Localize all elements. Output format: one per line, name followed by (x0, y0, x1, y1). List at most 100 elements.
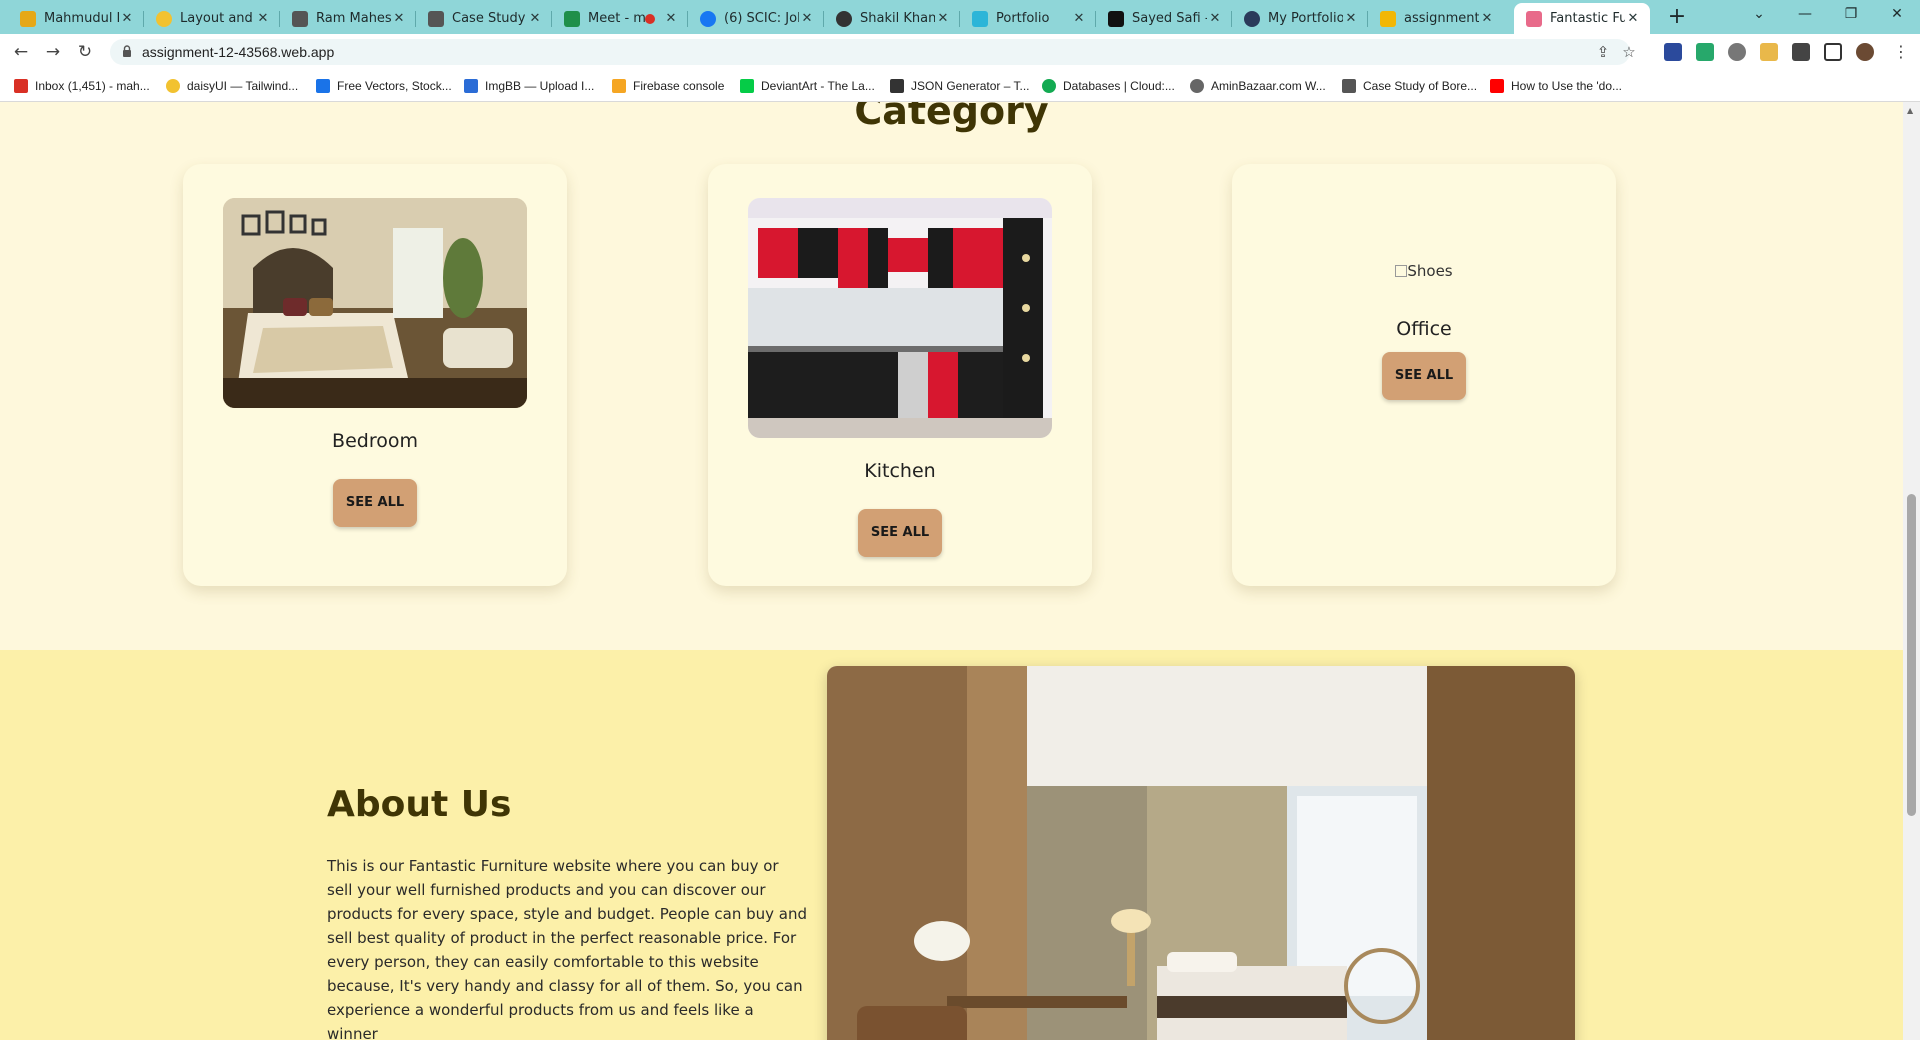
tab-favicon-icon (428, 10, 444, 27)
tab-favicon-icon (836, 10, 852, 27)
bookmark-item[interactable]: Case Study of Bore... (1342, 76, 1477, 96)
tab-favicon-icon (292, 10, 308, 27)
bookmark-item[interactable]: AminBazaar.com W... (1190, 76, 1326, 96)
bookmark-label: ImgBB — Upload I... (485, 79, 595, 93)
tab-10[interactable]: assignment-1 ✕ (1368, 3, 1504, 34)
tab-favicon-icon (1244, 10, 1260, 27)
bookmark-item[interactable]: ImgBB — Upload I... (464, 76, 594, 96)
firebase-icon (612, 79, 626, 93)
url-text: assignment-12-43568.web.app (142, 44, 335, 60)
scrollbar-thumb[interactable] (1907, 494, 1916, 816)
bookmark-label: Firebase console (633, 79, 725, 93)
back-arrow-icon[interactable]: ← (10, 41, 32, 63)
bookmark-label: AminBazaar.com W... (1211, 79, 1326, 93)
tab-search-chevron-icon[interactable]: ⌄ (1736, 0, 1782, 30)
toolbar: ← → ↻ assignment-12-43568.web.app ⇪ ☆ ⋮ (0, 34, 1920, 70)
bookmark-item[interactable]: Databases | Cloud:... (1042, 76, 1175, 96)
close-icon[interactable]: ✕ (391, 11, 407, 26)
close-icon[interactable]: ✕ (255, 11, 271, 26)
tab-4[interactable]: Meet - m ✕ (552, 3, 688, 34)
gear-icon (1190, 79, 1204, 93)
extension-icon[interactable] (1696, 43, 1714, 61)
restore-icon[interactable]: ❐ (1828, 0, 1874, 30)
tab-title: Meet - m (588, 11, 645, 26)
extension-icon[interactable] (1760, 43, 1778, 61)
tab-6[interactable]: Shakil Khan | ✕ (824, 3, 960, 34)
bookmark-label: How to Use the 'do... (1511, 79, 1623, 93)
close-icon[interactable]: ✕ (1207, 11, 1223, 26)
bookmark-label: DeviantArt - The La... (761, 79, 875, 93)
puzzle-icon[interactable] (1792, 43, 1810, 61)
recording-icon (645, 13, 655, 24)
freepik-icon (316, 79, 330, 93)
minimize-icon[interactable]: — (1782, 0, 1828, 30)
broken-image: Shoes (1232, 262, 1616, 280)
close-icon[interactable]: ✕ (663, 11, 679, 26)
share-icon[interactable]: ⇪ (1594, 43, 1612, 61)
medium-icon (1342, 79, 1356, 93)
tab-favicon-icon (1380, 10, 1396, 27)
tab-favicon-icon (1526, 10, 1542, 27)
category-card-bedroom: Bedroom SEE ALL (183, 164, 567, 586)
bookmark-item[interactable]: Inbox (1,451) - mah... (14, 76, 150, 96)
tab-title: (6) SCIC: Job (724, 11, 799, 26)
see-all-button[interactable]: SEE ALL (333, 479, 417, 527)
window-close-icon[interactable]: ✕ (1874, 0, 1920, 30)
tab-2[interactable]: Ram Maheshwari ✕ (280, 3, 416, 34)
tab-strip: Mahmudul Hasan ✕ Layout and Typography ✕… (0, 0, 1920, 34)
tab-title: Sayed Safi - P (1132, 11, 1207, 26)
tab-3[interactable]: Case Study of ✕ (416, 3, 552, 34)
bookmark-label: Case Study of Bore... (1363, 79, 1478, 93)
tab-title: Portfolio (996, 11, 1050, 26)
bookmark-item[interactable]: JSON Generator – T... (890, 76, 1030, 96)
extension-icon[interactable] (1664, 43, 1682, 61)
bookmark-item[interactable]: How to Use the 'do... (1490, 76, 1622, 96)
tab-5[interactable]: (6) SCIC: Job ✕ (688, 3, 824, 34)
menu-dots-icon[interactable]: ⋮ (1892, 43, 1910, 61)
close-icon[interactable]: ✕ (799, 11, 815, 26)
about-section: About Us This is our Fantastic Furniture… (0, 650, 1903, 1040)
category-card-office: Shoes Office SEE ALL (1232, 164, 1616, 586)
tab-7[interactable]: Portfolio ✕ (960, 3, 1096, 34)
bookmark-item[interactable]: Firebase console (612, 76, 724, 96)
sidebar-icon[interactable] (1824, 43, 1842, 61)
category-name: Bedroom (332, 430, 418, 452)
about-text: This is our Fantastic Furniture website … (327, 857, 808, 1040)
bookmark-item[interactable]: Free Vectors, Stock... (316, 76, 452, 96)
bookmark-item[interactable]: daisyUI — Tailwind... (166, 76, 298, 96)
close-icon[interactable]: ✕ (527, 11, 543, 26)
broken-image-alt: Shoes (1407, 262, 1453, 280)
tab-1[interactable]: Layout and Typography ✕ (144, 3, 280, 34)
tab-title: Fantastic Furn (1550, 11, 1625, 26)
see-all-button[interactable]: SEE ALL (1382, 352, 1466, 400)
forward-arrow-icon[interactable]: → (42, 41, 64, 63)
tab-11-active[interactable]: Fantastic Furn ✕ (1514, 3, 1650, 34)
tab-8[interactable]: Sayed Safi - P ✕ (1096, 3, 1232, 34)
close-icon[interactable]: ✕ (1071, 11, 1087, 26)
close-icon[interactable]: ✕ (1479, 11, 1495, 26)
address-bar[interactable]: assignment-12-43568.web.app ⇪ ☆ (110, 39, 1636, 65)
bookmark-star-icon[interactable]: ☆ (1620, 43, 1638, 61)
reload-icon[interactable]: ↻ (74, 41, 96, 63)
bookmark-label: daisyUI — Tailwind... (187, 79, 299, 93)
close-icon[interactable]: ✕ (935, 11, 951, 26)
tab-favicon-icon (972, 10, 988, 27)
page-scrollbar[interactable]: ▲ (1903, 102, 1920, 1040)
extension-icon[interactable] (1728, 43, 1746, 61)
bookmark-label: Inbox (1,451) - mah... (35, 79, 150, 93)
close-icon[interactable]: ✕ (1625, 11, 1641, 26)
see-all-button[interactable]: SEE ALL (858, 509, 942, 557)
about-image (827, 666, 1575, 1040)
close-icon[interactable]: ✕ (1343, 11, 1359, 26)
new-tab-button[interactable]: + (1663, 3, 1691, 31)
gmail-icon (14, 79, 28, 93)
tab-0[interactable]: Mahmudul Hasan ✕ (8, 3, 144, 34)
page-viewport: Category Bedroom SEE ALL Kitchen SEE ALL… (0, 102, 1903, 1040)
scroll-up-icon[interactable]: ▲ (1907, 106, 1913, 115)
close-icon[interactable]: ✕ (119, 11, 135, 26)
tab-favicon-icon (156, 10, 172, 27)
tab-9[interactable]: My Portfolio ✕ (1232, 3, 1368, 34)
bookmark-item[interactable]: DeviantArt - The La... (740, 76, 875, 96)
avatar[interactable] (1856, 43, 1874, 61)
bookmark-label: Free Vectors, Stock... (337, 79, 452, 93)
